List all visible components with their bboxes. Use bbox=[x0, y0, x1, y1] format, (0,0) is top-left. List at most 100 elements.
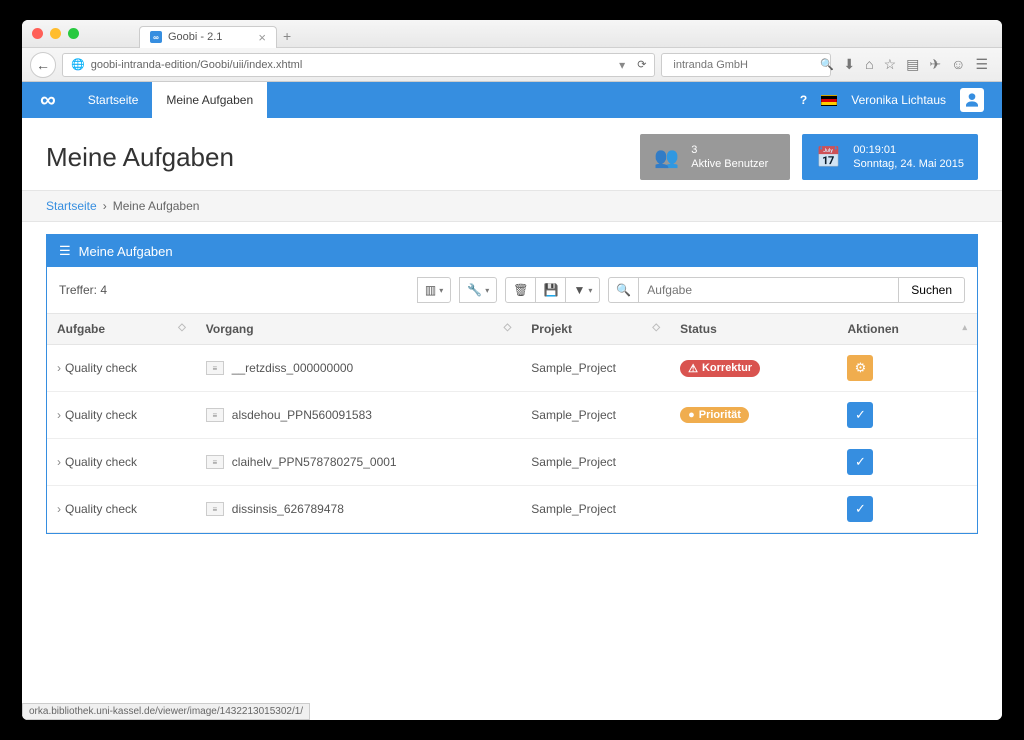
clock-box: 📅 00:19:01 Sonntag, 24. Mai 2015 bbox=[802, 134, 978, 180]
bookmark-icon[interactable]: ☆ bbox=[884, 56, 897, 73]
sort-icon[interactable]: ◇ bbox=[178, 322, 186, 333]
tools-button[interactable]: 🔧▾ bbox=[459, 277, 497, 303]
table-row: › Quality check ≡ claihelv_PPN578780275_000… bbox=[47, 439, 977, 486]
tasks-panel: ☰ Meine Aufgaben Treffer: 4 ▥▾ 🔧▾ 🗑 💾 bbox=[46, 234, 978, 534]
window-minimize[interactable] bbox=[50, 28, 61, 39]
active-users-box[interactable]: 👥 3 Aktive Benutzer bbox=[640, 134, 790, 180]
browser-toolbar: ← 🌐 goobi-intranda-edition/Goobi/uii/ind… bbox=[22, 48, 1002, 82]
col-project[interactable]: Projekt bbox=[531, 322, 572, 336]
browser-search-input[interactable] bbox=[673, 59, 815, 71]
task-search-input[interactable] bbox=[639, 277, 899, 303]
home-icon[interactable]: ⌂ bbox=[865, 56, 873, 73]
clock-time: 00:19:01 bbox=[853, 143, 964, 157]
app-topnav: ∞ Startseite Meine Aufgaben ? Veronika L… bbox=[22, 82, 1002, 118]
project-cell: Sample_Project bbox=[521, 439, 670, 486]
browser-tab[interactable]: ∞ Goobi - 2.1 × bbox=[139, 26, 277, 48]
face-icon[interactable]: ☺ bbox=[951, 56, 965, 73]
status-badge: ⚠Korrektur bbox=[680, 360, 760, 377]
breadcrumb-current: Meine Aufgaben bbox=[113, 199, 200, 213]
nav-home[interactable]: Startseite bbox=[74, 82, 153, 118]
clock-date: Sonntag, 24. Mai 2015 bbox=[853, 157, 964, 171]
process-name: alsdehou_PPN560091583 bbox=[232, 408, 372, 422]
browser-status-bar: orka.bibliothek.uni-kassel.de/viewer/ima… bbox=[22, 703, 310, 720]
process-icon: ≡ bbox=[206, 502, 224, 516]
app-logo-icon[interactable]: ∞ bbox=[40, 87, 54, 113]
users-icon: 👥 bbox=[654, 145, 679, 170]
col-actions[interactable]: Aktionen bbox=[847, 322, 898, 336]
user-avatar-icon[interactable] bbox=[960, 88, 984, 112]
action-accept-button[interactable]: ✓ bbox=[847, 496, 873, 522]
action-accept-button[interactable]: ✓ bbox=[847, 402, 873, 428]
help-button[interactable]: ? bbox=[800, 93, 807, 107]
task-name[interactable]: Quality check bbox=[65, 361, 137, 375]
sort-icon[interactable]: ▴ bbox=[962, 322, 967, 333]
clipboard-icon[interactable]: ▤ bbox=[906, 56, 919, 73]
reload-icon[interactable]: ⟳ bbox=[637, 58, 646, 71]
nav-tasks[interactable]: Meine Aufgaben bbox=[152, 82, 267, 118]
task-name[interactable]: Quality check bbox=[65, 502, 137, 516]
search-icon: 🔍 bbox=[820, 58, 834, 71]
status-icon: ● bbox=[688, 409, 695, 421]
calendar-icon: 📅 bbox=[816, 145, 841, 170]
language-flag-icon[interactable] bbox=[821, 95, 837, 106]
task-name[interactable]: Quality check bbox=[65, 408, 137, 422]
project-cell: Sample_Project bbox=[521, 486, 670, 533]
action-settings-button[interactable]: ⚙ bbox=[847, 355, 873, 381]
col-task[interactable]: Aufgabe bbox=[57, 322, 105, 336]
action-accept-button[interactable]: ✓ bbox=[847, 449, 873, 475]
col-status[interactable]: Status bbox=[680, 322, 717, 336]
browser-search[interactable]: 🔍 bbox=[661, 53, 831, 77]
table-row: › Quality check ≡ alsdehou_PPN560091583 Samp… bbox=[47, 392, 977, 439]
back-button[interactable]: ← bbox=[30, 52, 56, 78]
process-name: claihelv_PPN578780275_0001 bbox=[232, 455, 397, 469]
download-icon[interactable]: ⬇ bbox=[843, 56, 855, 73]
delete-button[interactable]: 🗑 bbox=[505, 277, 536, 303]
project-cell: Sample_Project bbox=[521, 392, 670, 439]
hits-label: Treffer: 4 bbox=[59, 283, 107, 297]
expand-icon[interactable]: › bbox=[57, 408, 61, 422]
process-icon: ≡ bbox=[206, 361, 224, 375]
window-maximize[interactable] bbox=[68, 28, 79, 39]
expand-icon[interactable]: › bbox=[57, 502, 61, 516]
user-name[interactable]: Veronika Lichtaus bbox=[851, 93, 946, 107]
table-row: › Quality check ≡ __retzdiss_000000000 Sampl… bbox=[47, 345, 977, 392]
task-name[interactable]: Quality check bbox=[65, 455, 137, 469]
process-name: __retzdiss_000000000 bbox=[232, 361, 353, 375]
url-bar[interactable]: 🌐 goobi-intranda-edition/Goobi/uii/index… bbox=[62, 53, 655, 77]
project-cell: Sample_Project bbox=[521, 345, 670, 392]
expand-icon[interactable]: › bbox=[57, 361, 61, 375]
search-button[interactable]: Suchen bbox=[899, 277, 965, 303]
breadcrumb-home[interactable]: Startseite bbox=[46, 199, 97, 213]
globe-icon: 🌐 bbox=[71, 58, 85, 71]
tasks-table: Aufgabe ◇ Vorgang ◇ Projekt ◇ Status Aktion… bbox=[47, 313, 977, 533]
panel-title: Meine Aufgaben bbox=[79, 244, 173, 259]
breadcrumb-sep: › bbox=[103, 199, 107, 213]
expand-icon[interactable]: › bbox=[57, 455, 61, 469]
status-badge: ●Priorität bbox=[680, 407, 749, 423]
search-icon-button[interactable]: 🔍 bbox=[608, 277, 639, 303]
status-icon: ⚠ bbox=[688, 362, 698, 375]
save-button[interactable]: 💾 bbox=[536, 277, 566, 303]
process-name: dissinsis_626789478 bbox=[232, 502, 344, 516]
col-process[interactable]: Vorgang bbox=[206, 322, 254, 336]
active-users-label: Aktive Benutzer bbox=[691, 157, 768, 171]
window-titlebar: ∞ Goobi - 2.1 × + bbox=[22, 20, 1002, 48]
tab-title: Goobi - 2.1 bbox=[168, 31, 222, 43]
tab-close-icon[interactable]: × bbox=[258, 30, 266, 45]
menu-icon[interactable]: ☰ bbox=[975, 56, 988, 73]
tab-favicon-icon: ∞ bbox=[150, 31, 162, 43]
breadcrumb: Startseite › Meine Aufgaben bbox=[22, 190, 1002, 222]
page-title: Meine Aufgaben bbox=[46, 142, 628, 173]
process-icon: ≡ bbox=[206, 408, 224, 422]
list-icon: ☰ bbox=[59, 243, 71, 259]
filter-button[interactable]: ▼▾ bbox=[566, 277, 600, 303]
active-users-count: 3 bbox=[691, 143, 768, 157]
columns-button[interactable]: ▥▾ bbox=[417, 277, 451, 303]
window-close[interactable] bbox=[32, 28, 43, 39]
sort-icon[interactable]: ◇ bbox=[504, 322, 512, 333]
table-row: › Quality check ≡ dissinsis_626789478 Sample… bbox=[47, 486, 977, 533]
sort-icon[interactable]: ◇ bbox=[652, 322, 660, 333]
new-tab-button[interactable]: + bbox=[283, 28, 291, 44]
send-icon[interactable]: ✈ bbox=[929, 56, 941, 73]
process-icon: ≡ bbox=[206, 455, 224, 469]
